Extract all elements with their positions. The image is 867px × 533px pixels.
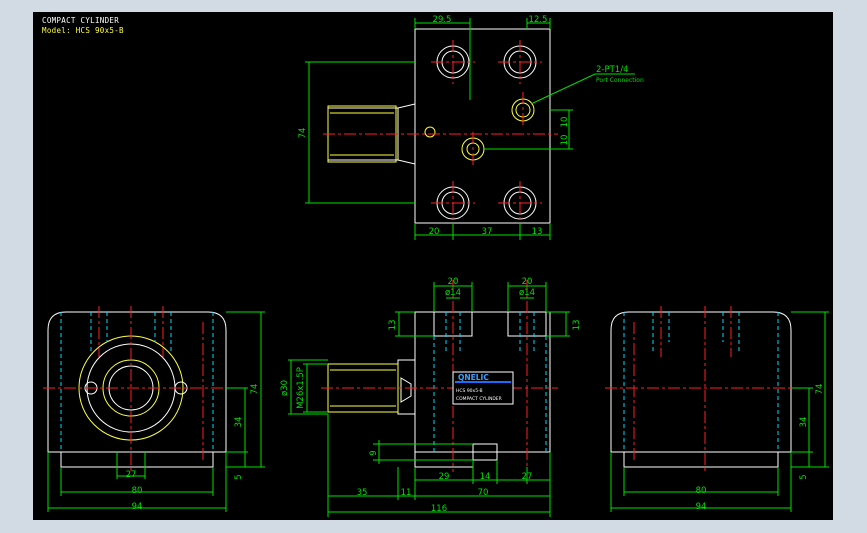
left-view <box>43 306 265 512</box>
dim-right-94: 94 <box>696 502 707 512</box>
right-view <box>605 306 829 512</box>
cad-viewport[interactable]: COMPACT CYLINDER Model: HCS 90x5-B 29.5 … <box>33 12 833 520</box>
dim-front-116: 116 <box>431 504 447 514</box>
port-callout: 2-PT1/4 <box>596 65 628 75</box>
dim-front-35: 35 <box>357 488 368 498</box>
dim-front-13-right: 13 <box>572 320 582 331</box>
dim-front-rod-dia: ø30 <box>280 380 290 396</box>
dim-left-80: 80 <box>132 486 143 496</box>
dim-top-20: 20 <box>429 227 440 237</box>
dim-right-5: 5 <box>799 474 809 479</box>
dim-right-34: 34 <box>799 417 809 428</box>
nameplate-title: COMPACT CYLINDER <box>456 396 502 402</box>
dim-front-27: 27 <box>522 472 533 482</box>
dim-top-12-5: 12.5 <box>529 15 548 25</box>
dim-front-14: 14 <box>480 472 491 482</box>
dim-front-port-w2: 20 <box>522 277 533 287</box>
left-view-body <box>47 311 227 453</box>
dim-front-9: 9 <box>369 450 379 455</box>
dim-left-34: 34 <box>234 417 244 428</box>
dim-top-10-b: 10 <box>560 135 570 146</box>
dim-left-94: 94 <box>132 502 143 512</box>
dim-left-5: 5 <box>234 474 244 479</box>
dim-front-port-w1: 20 <box>448 277 459 287</box>
dim-top-13: 13 <box>532 227 543 237</box>
technical-drawing: 29.5 12.5 74 10 10 20 37 13 2-PT1/4 Port… <box>43 15 829 517</box>
dim-front-11: 11 <box>401 488 412 498</box>
dim-right-74: 74 <box>815 384 825 395</box>
nameplate-brand: QNELIC <box>458 373 489 382</box>
dim-right-80: 80 <box>696 486 707 496</box>
dim-front-29: 29 <box>439 472 450 482</box>
dim-front-13-left: 13 <box>388 320 398 331</box>
dim-left-27: 27 <box>126 470 137 480</box>
dim-top-37: 37 <box>482 227 493 237</box>
dim-front-thread: M26x1.5P <box>296 367 306 409</box>
port-note: Port Connection <box>596 77 644 84</box>
nameplate-model: HCS 90x5-B <box>456 388 483 394</box>
right-view-body <box>610 311 792 453</box>
dim-front-70: 70 <box>478 488 489 498</box>
top-view <box>305 18 635 240</box>
dim-front-port-d1: ø14 <box>445 288 461 298</box>
dim-top-74: 74 <box>298 128 308 139</box>
dim-left-74: 74 <box>250 384 260 395</box>
dim-top-10-a: 10 <box>560 117 570 128</box>
dim-front-port-d2: ø14 <box>519 288 535 298</box>
dim-top-29-5: 29.5 <box>433 15 452 25</box>
